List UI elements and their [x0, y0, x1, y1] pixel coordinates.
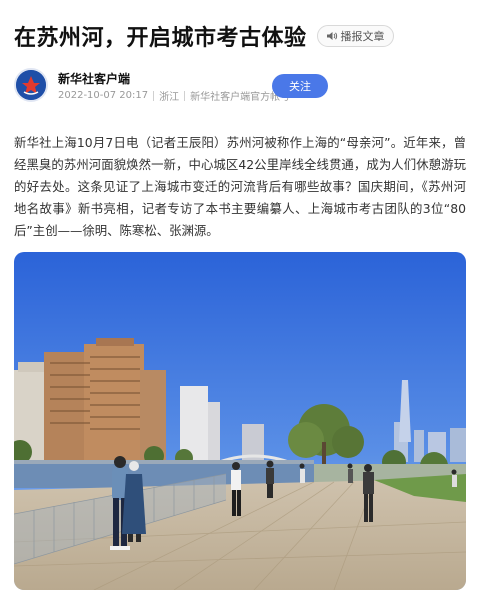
tts-button[interactable]: 播报文章 [316, 25, 394, 47]
follow-button[interactable]: 关注 [272, 74, 328, 98]
article-title: 在苏州河，开启城市考古体验 [14, 26, 307, 51]
meta-divider [184, 90, 186, 101]
xinhua-logo-icon [16, 70, 46, 100]
post-location: 浙江 [159, 92, 180, 103]
post-datetime: 2022-10-07 20:17 [58, 90, 149, 101]
post-meta: 2022-10-07 20:17 浙江 新华社客户端官方帐号 [58, 88, 290, 103]
article-body: 新华社上海10月7日电（记者王辰阳）苏州河被称作上海的“母亲河”。近年来，曾经黑… [14, 135, 466, 238]
speaker-icon [326, 32, 337, 40]
tts-label: 播报文章 [340, 30, 385, 43]
meta-divider [153, 90, 155, 101]
riverside-photo [14, 252, 466, 590]
article-photo [14, 252, 466, 590]
person-figure [231, 462, 241, 516]
avatar[interactable] [14, 68, 48, 102]
title-row: 在苏州河，开启城市考古体验 播报文章 [14, 18, 466, 54]
author-name[interactable]: 新华社客户端 [58, 70, 130, 87]
author-row: 新华社客户端 2022-10-07 20:17 浙江 新华社客户端官方帐号 关注 [14, 68, 466, 104]
